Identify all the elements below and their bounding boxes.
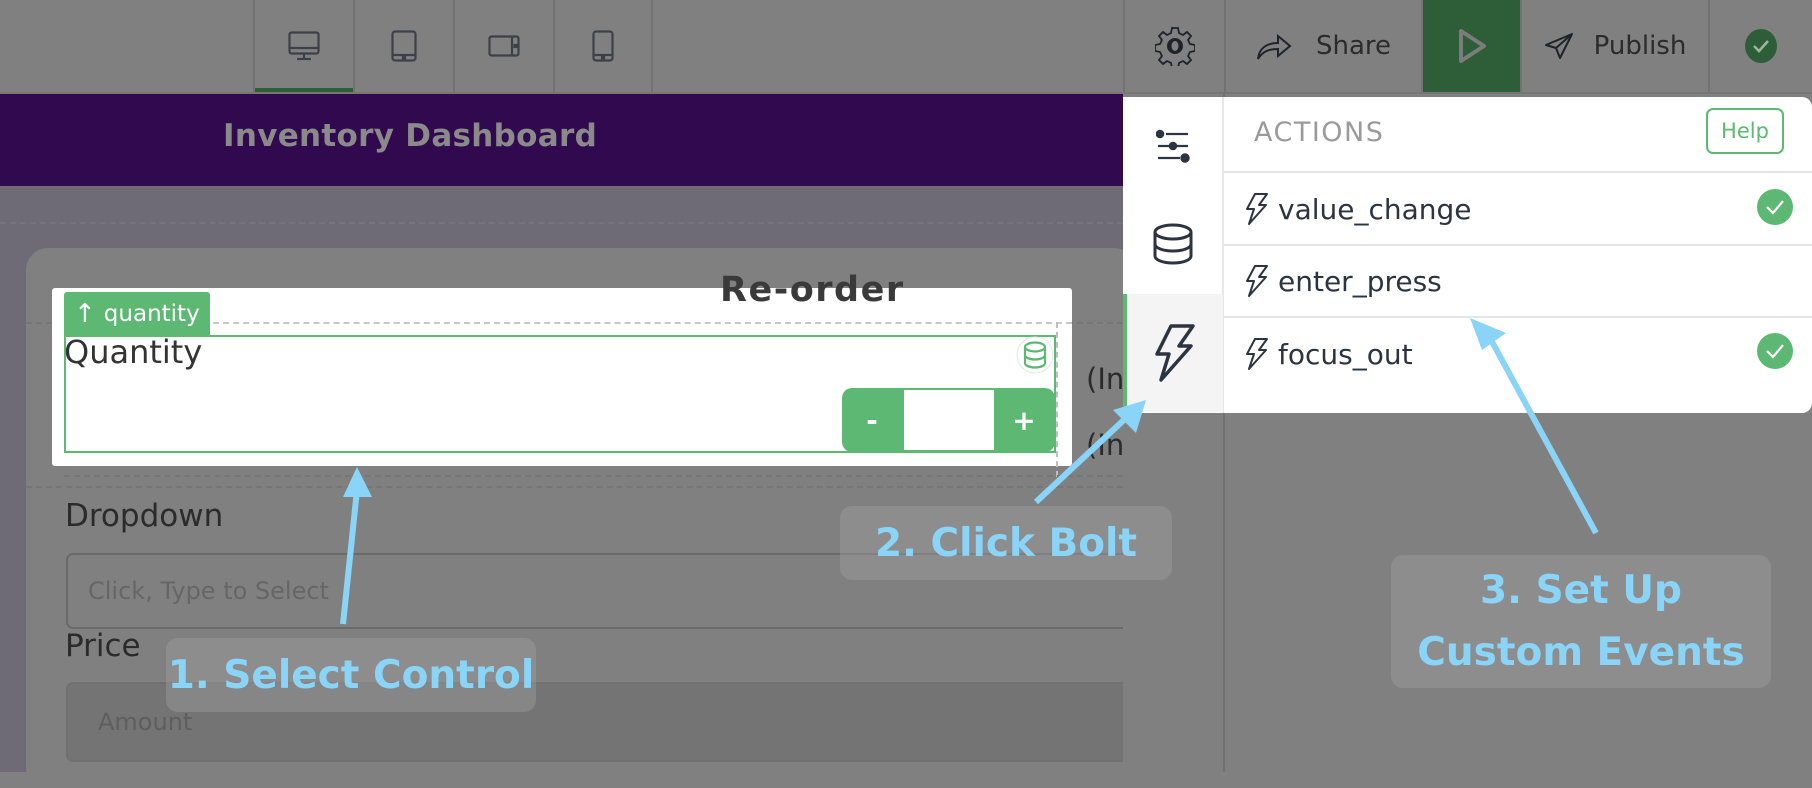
tab-properties[interactable] [1123, 97, 1223, 195]
mobile-icon [592, 30, 614, 62]
side-field-text: (In [1086, 362, 1125, 396]
paper-plane-icon [1544, 33, 1573, 59]
database-icon [1016, 336, 1054, 374]
share-button[interactable]: Share [1224, 0, 1421, 92]
action-name: focus_out [1278, 337, 1413, 371]
arrow-up-icon: ↑ [74, 299, 96, 329]
panel-tab-column [1123, 97, 1224, 413]
price-placeholder: Amount [98, 708, 193, 736]
play-icon [1458, 29, 1486, 63]
top-toolbar: Share Publish [0, 0, 1812, 94]
callout-step-2: 2. Click Bolt [840, 506, 1172, 580]
publish-label: Publish [1593, 31, 1687, 61]
data-binding-button[interactable] [1016, 336, 1054, 378]
selected-control-tag[interactable]: ↑ quantity [64, 292, 210, 336]
status-indicator[interactable] [1708, 0, 1812, 92]
gear-icon [1154, 27, 1195, 66]
section-title: Re-order [720, 270, 905, 310]
increment-button[interactable]: + [994, 388, 1054, 452]
dropdown-placeholder: Click, Type to Select [88, 577, 329, 605]
bolt-icon [1246, 193, 1268, 225]
price-label: Price [65, 628, 141, 664]
device-tab-mobile[interactable] [553, 0, 653, 92]
bolt-icon [1246, 338, 1268, 370]
quantity-input[interactable] [904, 390, 994, 450]
action-name: value_change [1278, 192, 1472, 226]
tablet-icon [391, 30, 417, 62]
callout-step-3: 3. Set Up Custom Events [1391, 555, 1771, 688]
tablet-landscape-icon [488, 35, 520, 57]
preview-button[interactable] [1421, 0, 1520, 92]
action-row[interactable]: focus_out [1224, 318, 1812, 390]
widget-guide-vertical [1056, 322, 1058, 477]
share-label: Share [1315, 31, 1392, 61]
settings-button[interactable] [1123, 0, 1224, 92]
row-guide [64, 475, 1123, 477]
publish-button[interactable]: Publish [1520, 0, 1708, 92]
tab-data[interactable] [1123, 195, 1223, 293]
tab-actions[interactable] [1123, 294, 1223, 412]
database-icon [1153, 223, 1193, 265]
help-button[interactable]: Help [1706, 108, 1784, 154]
action-row[interactable]: value_change [1224, 174, 1812, 246]
check-circle-icon [1757, 333, 1793, 369]
section-divider [0, 222, 1123, 224]
callout-step-1: 1. Select Control [166, 638, 536, 712]
app-title: Inventory Dashboard [223, 118, 598, 154]
device-tab-tablet-landscape[interactable] [453, 0, 553, 92]
check-circle-icon [1757, 189, 1793, 225]
actions-heading: ACTIONS [1254, 117, 1385, 148]
device-tab-tablet[interactable] [353, 0, 453, 92]
quantity-label: Quantity [64, 333, 203, 371]
sliders-icon [1156, 129, 1190, 163]
bolt-icon [1155, 324, 1195, 382]
side-field-text: (In [1086, 428, 1125, 462]
decrement-button[interactable]: - [842, 388, 902, 452]
share-icon [1256, 33, 1292, 60]
actions-panel: ACTIONS Help value_change enter_press fo… [1123, 97, 1812, 413]
action-name: enter_press [1278, 264, 1442, 298]
callout-step-3-line-2: Custom Events [1417, 629, 1745, 675]
check-circle-icon [1745, 29, 1777, 63]
selected-control-name: quantity [103, 301, 200, 327]
row-guide [26, 486, 1123, 488]
desktop-icon [288, 31, 320, 61]
device-tab-desktop[interactable] [253, 0, 353, 92]
callout-step-3-line-1: 3. Set Up [1480, 567, 1682, 613]
bolt-icon [1246, 265, 1268, 297]
widget-guide [183, 322, 1072, 324]
action-row[interactable]: enter_press [1224, 246, 1812, 318]
dropdown-label: Dropdown [65, 498, 224, 534]
